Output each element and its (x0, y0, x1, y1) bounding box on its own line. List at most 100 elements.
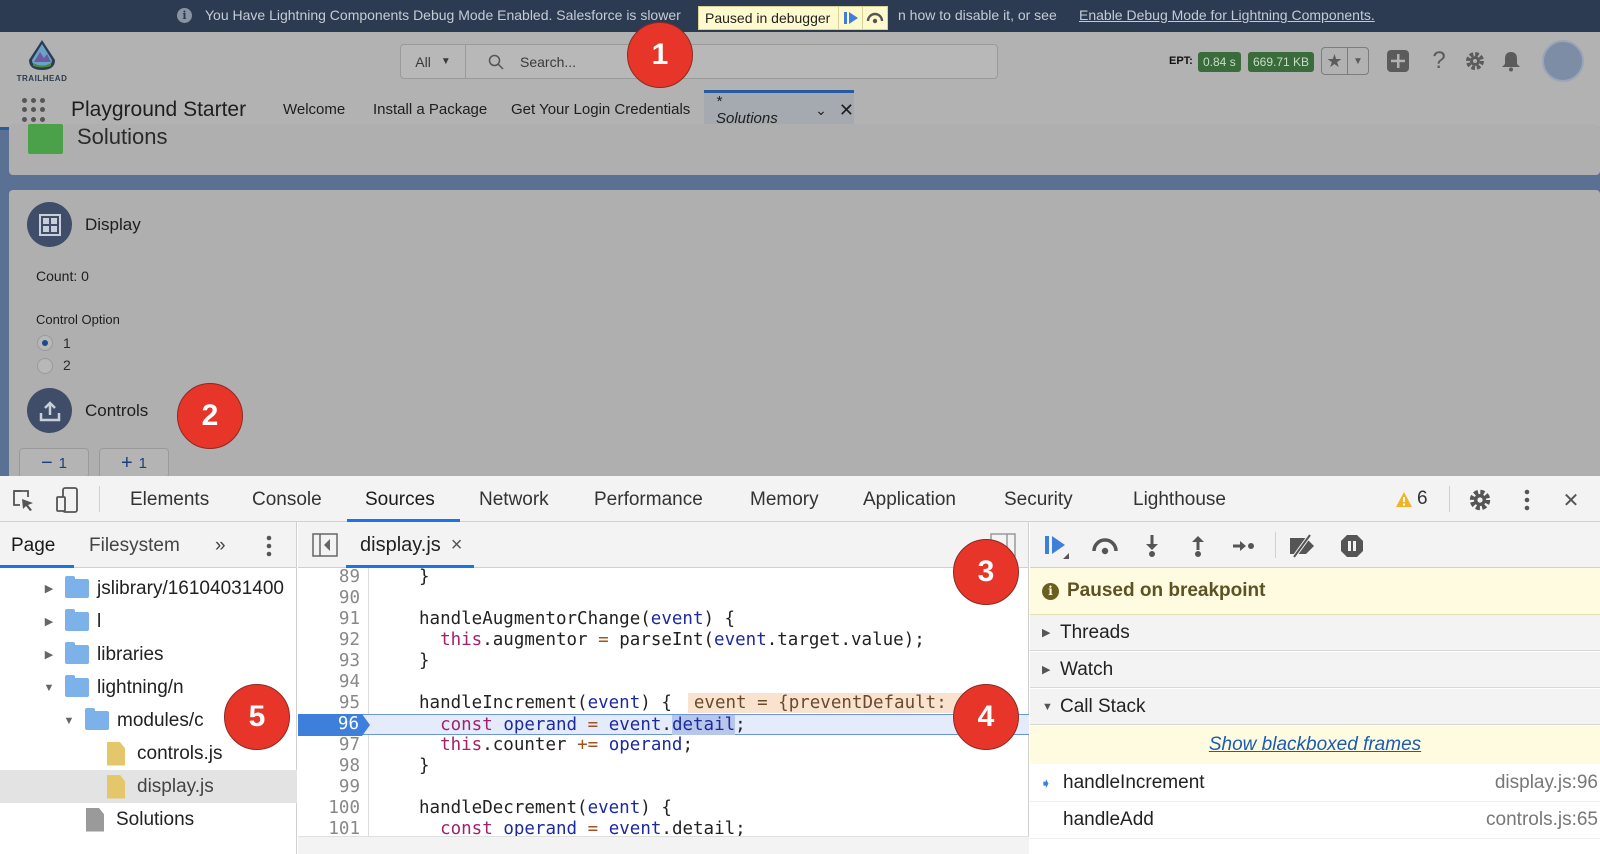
toggle-navigator-button[interactable] (312, 533, 338, 562)
line-number[interactable]: 89 (298, 568, 360, 588)
global-actions-button[interactable] (1386, 49, 1410, 73)
setup-button[interactable] (1463, 49, 1487, 73)
section-watch[interactable]: ▶ Watch (1030, 652, 1600, 688)
line-number[interactable]: 100 (298, 798, 360, 819)
line-number[interactable]: 99 (298, 777, 360, 798)
close-devtools-button[interactable]: ✕ (1558, 487, 1584, 513)
navigator-menu-button[interactable] (266, 535, 272, 563)
pause-on-exceptions-button[interactable] (1337, 532, 1367, 560)
close-tab-icon[interactable]: ✕ (839, 100, 854, 121)
step-out-button[interactable] (1183, 532, 1213, 560)
decrement-button[interactable]: − 1 (19, 448, 89, 478)
frame-location[interactable]: controls.js:65 (1486, 809, 1598, 831)
more-tabs-button[interactable]: » (215, 535, 226, 557)
tree-item-label: libraries (97, 643, 164, 665)
navigator-tab-filesystem[interactable]: Filesystem (89, 535, 180, 557)
section-call-stack[interactable]: ▼ Call Stack (1030, 689, 1600, 725)
editor-tab-display-js[interactable]: display.js × (360, 534, 462, 557)
js-file-icon (107, 774, 125, 799)
tab-lighthouse[interactable]: Lighthouse (1133, 489, 1226, 511)
line-number[interactable]: 90 (298, 588, 360, 609)
notifications-button[interactable] (1499, 49, 1523, 73)
line-number[interactable]: 97 (298, 735, 360, 756)
expand-arrow-icon[interactable]: ▶ (43, 648, 55, 661)
tab-performance[interactable]: Performance (594, 489, 703, 511)
control-option-radio-1[interactable] (37, 335, 53, 351)
show-blackboxed-frames-link[interactable]: Show blackboxed frames (1030, 726, 1600, 764)
tree-item-display-js[interactable]: display.js (0, 770, 297, 803)
control-option-radio-2[interactable] (37, 358, 53, 374)
tree-item-l[interactable]: ▶ l (0, 605, 297, 638)
page: i You Have Lightning Components Debug Mo… (0, 0, 1600, 854)
device-toolbar-button[interactable] (54, 487, 80, 513)
frame-location[interactable]: display.js:96 (1495, 772, 1598, 794)
app-launcher-dot-icon (22, 98, 27, 103)
paused-label: Paused in debugger (699, 7, 840, 29)
tree-item-solutions[interactable]: Solutions (0, 803, 297, 836)
warnings-badge[interactable]: 6 (1395, 488, 1428, 510)
breakpoint-marker[interactable]: 96 (298, 714, 370, 736)
step-into-button[interactable] (1137, 532, 1167, 560)
search-input[interactable]: Search... (466, 54, 576, 70)
source-editor: display.js × 89} 90 91 handleAugmentorCha… (298, 522, 1029, 854)
line-number[interactable]: 91 (298, 609, 360, 630)
line-number[interactable]: 93 (298, 651, 360, 672)
tab-security[interactable]: Security (1004, 489, 1073, 511)
line-number[interactable]: 101 (298, 819, 360, 836)
line-number[interactable]: 92 (298, 630, 360, 651)
line-number[interactable]: 95 (298, 693, 360, 714)
enable-debug-mode-link[interactable]: Enable Debug Mode for Lightning Componen… (1079, 7, 1375, 23)
increment-button[interactable]: + 1 (99, 448, 169, 478)
tab-network[interactable]: Network (479, 489, 549, 511)
trailhead-logo[interactable]: TRAILHEAD (12, 38, 72, 88)
resume-icon (1045, 536, 1069, 559)
tree-item-jslibrary[interactable]: ▶ jslibrary/16104031400 (0, 572, 297, 605)
avatar[interactable] (1542, 40, 1584, 82)
line-number[interactable]: 98 (298, 756, 360, 777)
tab-console[interactable]: Console (252, 489, 322, 511)
code-text: } (419, 568, 430, 587)
favorites-menu-caret-icon[interactable]: ▼ (1348, 48, 1368, 74)
current-frame-arrow-icon: ➧ (1040, 774, 1052, 791)
close-tab-icon[interactable]: × (451, 534, 463, 557)
editor-horizontal-scrollbar[interactable] (298, 836, 1029, 854)
collapse-arrow-icon[interactable]: ▼ (63, 715, 75, 727)
navigator-tab-page[interactable]: Page (11, 535, 55, 557)
call-stack-frame[interactable]: ➧ handleIncrement display.js:96 (1030, 765, 1600, 802)
help-button[interactable]: ? (1427, 47, 1451, 74)
ept-time-badge: 0.84 s (1198, 52, 1241, 72)
step-over-button[interactable] (863, 7, 887, 29)
tab-elements[interactable]: Elements (130, 489, 209, 511)
tab-application[interactable]: Application (863, 489, 956, 511)
expand-arrow-icon[interactable]: ▶ (43, 582, 55, 595)
nav-item-install-package[interactable]: Install a Package (373, 101, 487, 118)
expand-arrow-icon[interactable]: ▶ (43, 615, 55, 628)
debug-mode-banner: i You Have Lightning Components Debug Mo… (0, 0, 1600, 32)
tab-memory[interactable]: Memory (750, 489, 819, 511)
more-vertical-icon (1524, 489, 1530, 511)
collapse-arrow-icon[interactable]: ▼ (43, 682, 55, 694)
line-number[interactable]: 94 (298, 672, 360, 693)
nav-item-login-credentials[interactable]: Get Your Login Credentials (511, 101, 690, 118)
tab-sources[interactable]: Sources (365, 489, 435, 511)
code-area[interactable]: 89} 90 91 handleAugmentorChange(event) { … (298, 568, 1029, 836)
step-over-button[interactable] (1090, 532, 1120, 560)
resume-button[interactable] (1042, 532, 1072, 560)
step-button[interactable] (1229, 532, 1259, 560)
editor-tab-bar: display.js × (298, 522, 1028, 568)
deactivate-breakpoints-button[interactable] (1288, 532, 1318, 560)
section-threads[interactable]: ▶ Threads (1030, 615, 1600, 651)
tree-item-libraries[interactable]: ▶ libraries (0, 638, 297, 671)
chevron-down-icon[interactable]: ⌄ (815, 102, 827, 119)
inspect-element-button[interactable] (10, 487, 36, 513)
code-line: 94 (298, 672, 1029, 693)
search-scope-select[interactable]: All ▼ (401, 45, 466, 78)
call-stack-frame[interactable]: handleAdd controls.js:65 (1030, 802, 1600, 839)
resume-button[interactable] (839, 7, 864, 29)
app-launcher-button[interactable] (22, 98, 46, 122)
favorites-button[interactable]: ★ ▼ (1321, 47, 1369, 75)
nav-item-welcome[interactable]: Welcome (283, 101, 345, 118)
nav-tab-solutions[interactable]: * Solutions ⌄ ✕ (704, 90, 854, 127)
devtools-more-button[interactable] (1514, 487, 1540, 513)
devtools-settings-button[interactable] (1467, 487, 1493, 513)
